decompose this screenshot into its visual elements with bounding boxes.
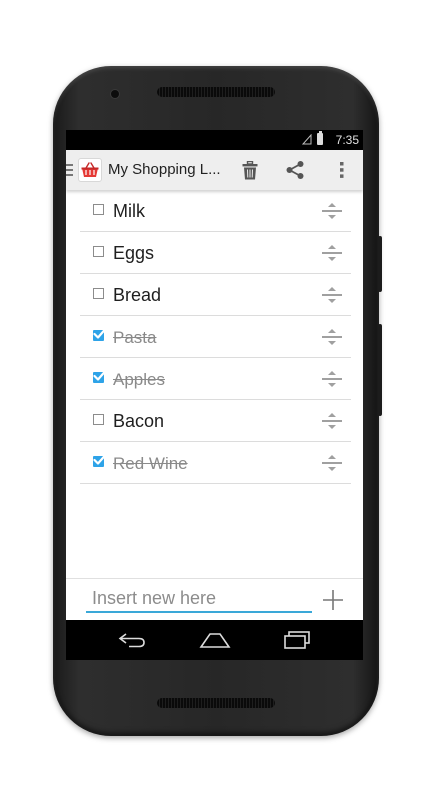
list-item[interactable]: Bacon xyxy=(80,400,351,442)
battery-icon xyxy=(317,131,323,145)
shopping-basket-icon[interactable] xyxy=(78,158,102,182)
list-item[interactable]: Milk xyxy=(80,190,351,232)
more-vert-icon xyxy=(340,162,344,178)
recents-icon xyxy=(284,631,310,649)
earpiece-speaker xyxy=(157,87,275,97)
overflow-menu-button[interactable] xyxy=(322,150,362,190)
action-bar: My Shopping L... xyxy=(66,150,363,190)
back-button[interactable] xyxy=(112,626,152,654)
status-bar: 7:35 xyxy=(66,130,363,150)
list-item[interactable]: Pasta xyxy=(80,316,351,358)
plus-icon xyxy=(323,590,343,610)
item-checkbox[interactable] xyxy=(93,204,104,215)
item-label: Pasta xyxy=(113,328,157,347)
trash-icon xyxy=(242,160,258,179)
home-icon xyxy=(199,633,231,648)
item-label: Apples xyxy=(113,370,165,389)
recents-button[interactable] xyxy=(277,626,317,654)
item-checkbox[interactable] xyxy=(93,370,106,383)
drag-handle-icon[interactable] xyxy=(321,328,343,346)
status-time: 7:35 xyxy=(335,133,359,147)
bottom-speaker xyxy=(157,698,275,708)
drag-handle-icon[interactable] xyxy=(321,244,343,262)
list-item[interactable]: Red Wine xyxy=(80,442,351,484)
drag-handle-icon[interactable] xyxy=(321,370,343,388)
item-checkbox[interactable] xyxy=(93,246,104,257)
item-checkbox[interactable] xyxy=(93,454,106,467)
home-button[interactable] xyxy=(195,626,235,654)
item-label: Bacon xyxy=(113,411,165,431)
app-title[interactable]: My Shopping L... xyxy=(108,161,221,178)
shopping-list: Milk Eggs Bread Pasta Apples Bacon Red W… xyxy=(66,190,363,578)
new-item-bar xyxy=(66,578,363,621)
drawer-indicator-icon[interactable] xyxy=(66,164,74,177)
screen: 7:35 My Shopping L... Milk Eggs Bread Pa… xyxy=(66,130,363,660)
item-label: Milk xyxy=(113,201,145,221)
item-checkbox[interactable] xyxy=(93,328,106,341)
drag-handle-icon[interactable] xyxy=(321,454,343,472)
drag-handle-icon[interactable] xyxy=(321,202,343,220)
item-label: Bread xyxy=(113,285,162,305)
power-button xyxy=(378,236,382,292)
item-checkbox[interactable] xyxy=(93,288,104,299)
new-item-input[interactable] xyxy=(86,587,312,613)
add-item-button[interactable] xyxy=(318,585,348,615)
delete-button[interactable] xyxy=(230,150,270,190)
item-label: Eggs xyxy=(113,243,155,263)
list-item[interactable]: Eggs xyxy=(80,232,351,274)
signal-icon xyxy=(302,134,312,145)
front-camera xyxy=(111,90,119,98)
back-icon xyxy=(118,633,145,648)
navigation-bar xyxy=(66,620,363,660)
item-checkbox[interactable] xyxy=(93,414,104,425)
share-icon xyxy=(286,161,304,179)
list-item[interactable]: Bread xyxy=(80,274,351,316)
item-label: Red Wine xyxy=(113,454,188,473)
list-item[interactable]: Apples xyxy=(80,358,351,400)
volume-button xyxy=(378,324,382,416)
share-button[interactable] xyxy=(275,150,315,190)
drag-handle-icon[interactable] xyxy=(321,286,343,304)
drag-handle-icon[interactable] xyxy=(321,412,343,430)
